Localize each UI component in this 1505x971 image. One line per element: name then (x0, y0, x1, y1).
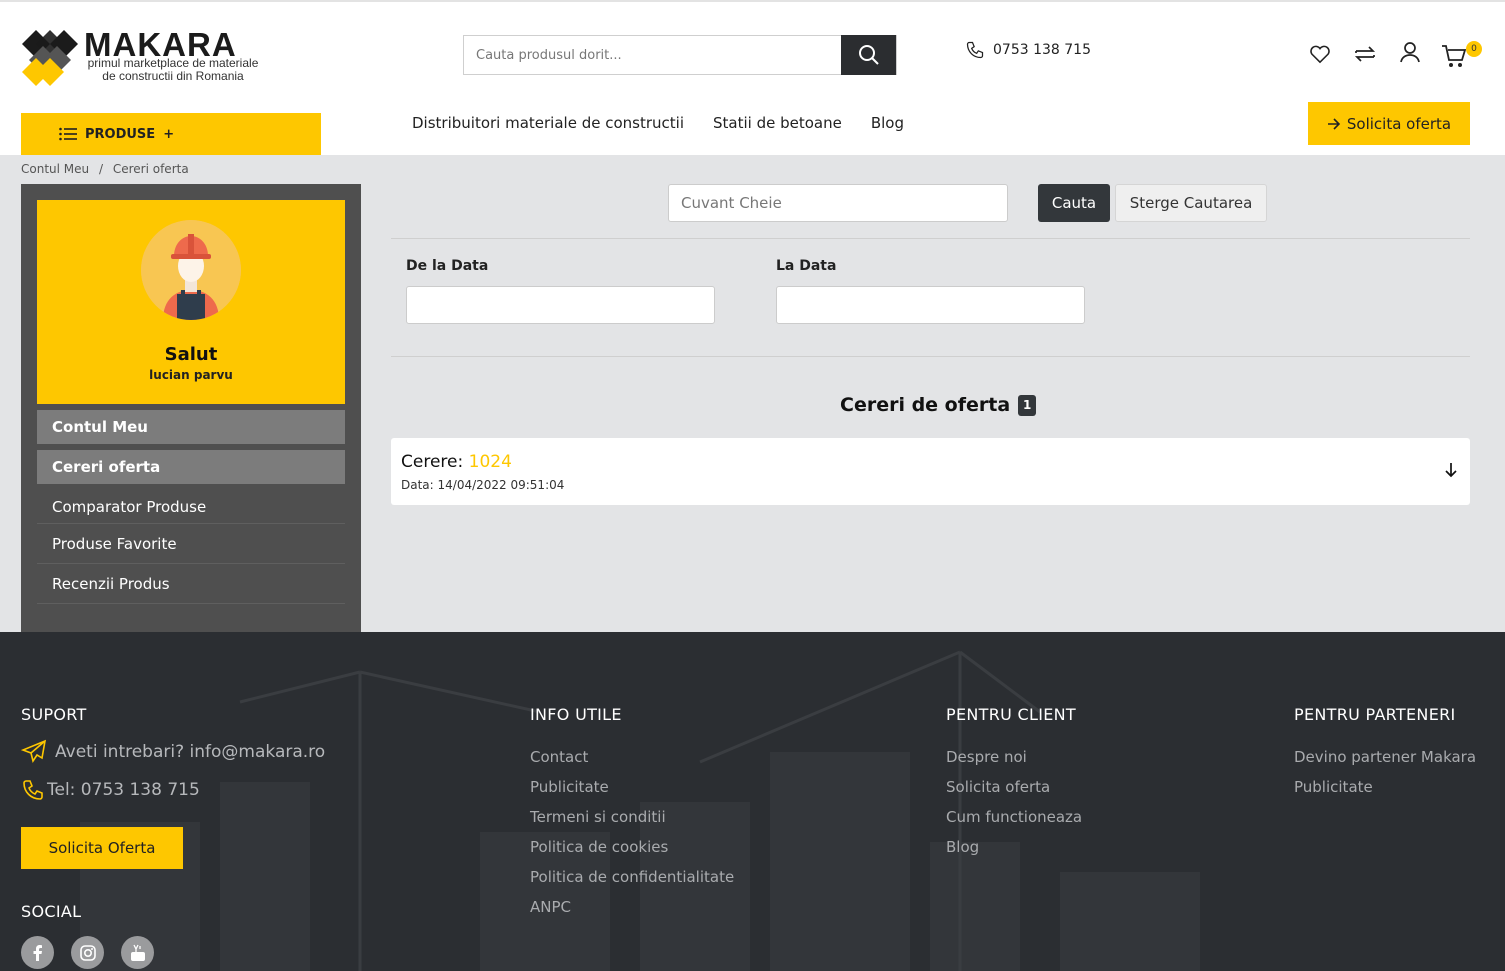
sidebar-item-favorite[interactable]: Produse Favorite (37, 524, 345, 564)
footer-link-cookies[interactable]: Politica de cookies (530, 838, 668, 856)
keyword-field (668, 184, 1008, 222)
phone-icon (966, 41, 984, 59)
footer-link-anpc[interactable]: ANPC (530, 898, 571, 916)
footer-email-text: Aveti intrebari? info@makara.ro (55, 742, 326, 762)
requests-title: Cereri de oferta 1 (840, 394, 1037, 416)
top-border (0, 0, 1505, 2)
phone-icon (23, 780, 43, 800)
arrow-down-icon (1445, 463, 1457, 478)
footer-link-cum-functioneaza[interactable]: Cum functioneaza (946, 808, 1082, 826)
header-phone[interactable]: 0753 138 715 (965, 40, 1091, 60)
request-date: Data: 14/04/2022 09:51:04 (401, 478, 565, 492)
logo-mark-icon (22, 30, 78, 86)
youtube-icon (130, 944, 145, 961)
footer-link-contact[interactable]: Contact (530, 748, 588, 766)
worker-avatar-icon (141, 220, 241, 320)
sidebar-item-comparator[interactable]: Comparator Produse (37, 484, 345, 524)
footer-link-termeni[interactable]: Termeni si conditii (530, 808, 666, 826)
request-label: Cerere: (401, 452, 464, 472)
from-date-field (406, 286, 715, 324)
search-submit-button[interactable]: Cauta (1038, 184, 1110, 222)
clear-search-button[interactable]: Sterge Cautarea (1115, 184, 1267, 222)
footer-link-devino-partener[interactable]: Devino partener Makara (1294, 748, 1476, 766)
facebook-icon (33, 944, 42, 961)
username: lucian parvu (149, 368, 233, 382)
request-offer-button[interactable]: Solicita oferta (1308, 102, 1470, 145)
from-date-input[interactable] (407, 287, 714, 323)
avatar (141, 220, 241, 320)
footer-partners-title: PENTRU PARTENERI (1294, 705, 1456, 724)
divider (391, 238, 1470, 239)
footer-link-publicitate[interactable]: Publicitate (530, 778, 609, 796)
search-button[interactable] (841, 35, 896, 75)
sidebar-item-cereri-oferta[interactable]: Cereri oferta (37, 450, 345, 484)
footer-phone[interactable]: Tel: 0753 138 715 (21, 778, 200, 802)
search-input[interactable] (464, 36, 844, 74)
wishlist-button[interactable] (1307, 40, 1333, 68)
facebook-link[interactable] (21, 936, 54, 969)
footer-link-solicita[interactable]: Solicita oferta (946, 778, 1050, 796)
heart-icon (1310, 45, 1330, 64)
main-nav: Distribuitori materiale de constructii S… (412, 114, 904, 132)
logo-tagline: primul marketplace de materiale de const… (84, 57, 262, 83)
footer-request-offer-button[interactable]: Solicita Oferta (21, 827, 183, 869)
to-date-label: La Data (776, 258, 837, 274)
request-id: 1024 (468, 452, 512, 472)
footer-link-publicitate-parteneri[interactable]: Publicitate (1294, 778, 1373, 796)
from-date-label: De la Data (406, 258, 489, 274)
footer-info-title: INFO UTILE (530, 705, 622, 724)
keyword-input[interactable] (669, 185, 1007, 221)
breadcrumb-contul-meu[interactable]: Contul Meu (21, 162, 89, 176)
greeting: Salut (164, 344, 218, 365)
youtube-link[interactable] (121, 936, 154, 969)
footer-link-blog[interactable]: Blog (946, 838, 979, 856)
footer (0, 632, 1505, 971)
cart-button[interactable] (1441, 42, 1467, 70)
footer-suport-title: SUPORT (21, 705, 87, 724)
breadcrumb-cereri-oferta: Cereri oferta (112, 162, 189, 176)
footer-phone-text: Tel: 0753 138 715 (47, 780, 200, 800)
requests-count-badge: 1 (1018, 394, 1037, 416)
nav-distribuitori[interactable]: Distribuitori materiale de constructii (412, 114, 684, 132)
compare-icon (1354, 46, 1376, 62)
to-date-field (776, 286, 1085, 324)
cart-count-badge: 0 (1466, 41, 1482, 57)
footer-link-confidentialitate[interactable]: Politica de confidentialitate (530, 868, 734, 886)
cart-icon (1442, 45, 1467, 67)
footer-email[interactable]: Aveti intrebari? info@makara.ro (21, 739, 325, 765)
search-icon (858, 45, 879, 65)
footer-client-title: PENTRU CLIENT (946, 705, 1076, 724)
footer-social-title: SOCIAL (21, 902, 82, 921)
user-icon (1400, 42, 1420, 63)
expand-button[interactable] (1444, 462, 1458, 482)
footer-background-skyline (80, 650, 1200, 971)
sidebar-item-contul-meu[interactable]: Contul Meu (37, 410, 345, 444)
products-menu-button[interactable]: PRODUSE + (21, 113, 321, 155)
account-button[interactable] (1397, 38, 1423, 66)
nav-blog[interactable]: Blog (871, 114, 904, 132)
paper-plane-icon (21, 739, 47, 763)
instagram-icon (79, 944, 96, 961)
request-offer-label: Solicita oferta (1346, 114, 1452, 133)
search-box (463, 35, 897, 75)
menu-icon (59, 127, 77, 141)
logo-tagline-line-2: de constructii din Romania (102, 69, 244, 83)
request-card[interactable]: Cerere: 1024 Data: 14/04/2022 09:51:04 (391, 438, 1470, 505)
divider (391, 356, 1470, 357)
footer-link-despre[interactable]: Despre noi (946, 748, 1027, 766)
breadcrumb-separator: / (98, 162, 104, 176)
products-menu-label: PRODUSE (85, 126, 156, 142)
arrow-right-icon (1327, 117, 1341, 130)
instagram-link[interactable] (71, 936, 104, 969)
breadcrumb: Contul Meu / Cereri oferta (21, 162, 189, 176)
plus-icon: + (163, 126, 175, 142)
to-date-input[interactable] (777, 287, 1084, 323)
request-id-line: Cerere: 1024 (401, 452, 512, 472)
compare-button[interactable] (1352, 40, 1378, 68)
sidebar-item-recenzii[interactable]: Recenzii Produs (37, 564, 345, 604)
requests-title-text: Cereri de oferta (840, 394, 1011, 416)
phone-number: 0753 138 715 (993, 42, 1091, 58)
nav-statii-betoane[interactable]: Statii de betoane (713, 114, 842, 132)
